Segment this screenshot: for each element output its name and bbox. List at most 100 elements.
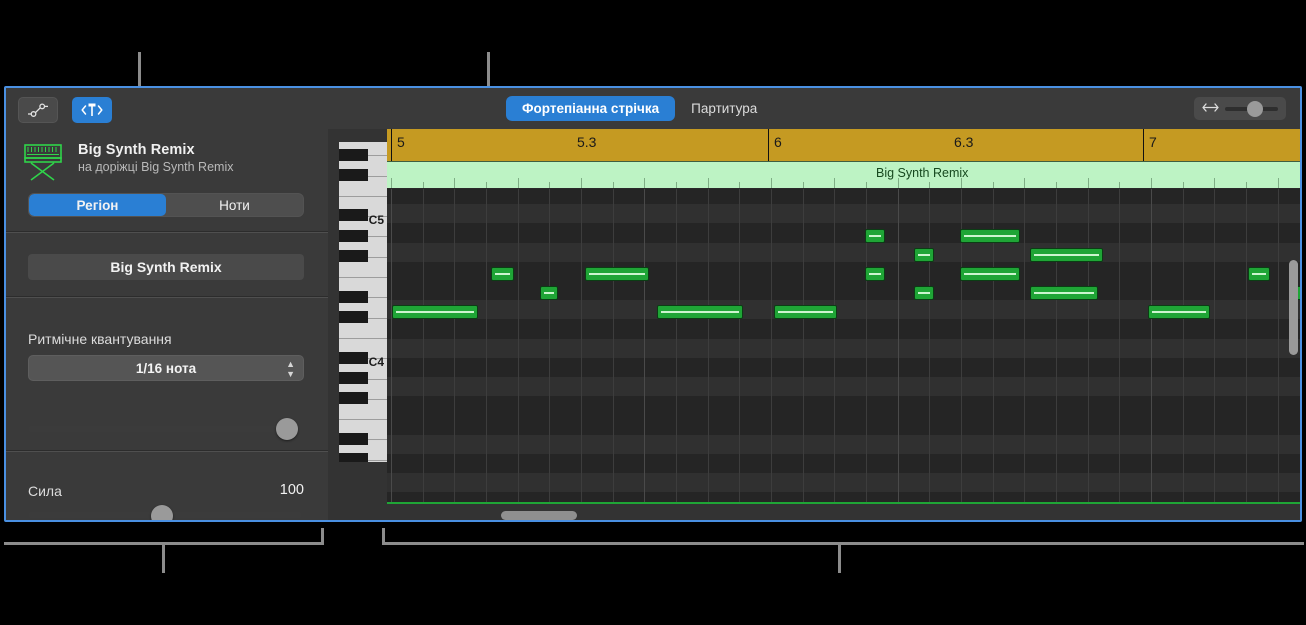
midi-note[interactable] xyxy=(491,267,514,281)
flex-align-icon[interactable] xyxy=(72,97,112,123)
horizontal-scrollbar-thumb[interactable] xyxy=(501,511,577,520)
strength-slider-track[interactable] xyxy=(28,426,302,432)
midi-note[interactable] xyxy=(914,286,934,300)
piano-black-key[interactable] xyxy=(339,432,368,445)
grid-line xyxy=(1024,189,1026,502)
callout-line-bottom-right xyxy=(838,545,841,573)
strip-tick xyxy=(517,178,519,188)
note-velocity-bar xyxy=(544,292,554,294)
zoom-slider-control[interactable] xyxy=(1194,97,1286,120)
midi-note[interactable] xyxy=(585,267,649,281)
key-label-c4: C4 xyxy=(368,355,384,369)
note-velocity-bar xyxy=(1034,254,1099,256)
grid-row xyxy=(387,338,1300,358)
strip-tick xyxy=(454,178,456,188)
strip-tick xyxy=(644,178,646,188)
midi-note[interactable] xyxy=(657,305,743,319)
quantize-value: 1/16 нота xyxy=(135,360,197,376)
piano-black-key[interactable] xyxy=(339,168,368,181)
piano-black-key[interactable] xyxy=(339,351,368,364)
note-velocity-bar xyxy=(396,311,474,313)
midi-note[interactable] xyxy=(865,267,885,281)
midi-note[interactable] xyxy=(960,267,1020,281)
grid-line xyxy=(517,189,519,502)
key-label-c5: C5 xyxy=(368,213,384,227)
grid-line xyxy=(1246,189,1247,502)
note-velocity-bar xyxy=(661,311,739,313)
piano-black-key[interactable] xyxy=(339,209,368,222)
strip-tick xyxy=(866,182,867,188)
ruler-bar-line xyxy=(1143,129,1144,161)
grid-line xyxy=(834,189,836,502)
midi-note[interactable] xyxy=(1148,305,1210,319)
piano-black-key[interactable] xyxy=(339,290,368,303)
grid-line xyxy=(1182,189,1184,502)
region-strip[interactable]: Big Synth Remix xyxy=(387,161,1300,189)
ruler-label-6: 6 xyxy=(774,134,782,150)
bar-ruler[interactable]: 5 5.3 6 6.3 7 xyxy=(387,129,1300,161)
automation-curve-icon[interactable] xyxy=(18,97,58,123)
grid-line xyxy=(1119,189,1121,502)
piano-black-key[interactable] xyxy=(339,310,368,323)
region-name-field[interactable]: Big Synth Remix xyxy=(28,254,304,280)
piano-black-key[interactable] xyxy=(339,453,368,462)
midi-note[interactable] xyxy=(865,229,885,243)
midi-note[interactable] xyxy=(1030,286,1098,300)
region-inspector-panel: Big Synth Remix на доріжці Big Synth Rem… xyxy=(6,88,341,520)
strip-tick xyxy=(1277,178,1279,188)
note-velocity-bar xyxy=(964,235,1016,237)
midi-note[interactable] xyxy=(1248,267,1270,281)
grid-line xyxy=(1087,189,1089,502)
piano-keyboard[interactable]: C5 C4 xyxy=(339,142,387,462)
midi-note[interactable] xyxy=(914,248,934,262)
zoom-slider-knob[interactable] xyxy=(1247,100,1264,117)
grid-line xyxy=(897,189,899,502)
grid-row xyxy=(387,281,1300,301)
note-velocity-bar xyxy=(918,254,930,256)
strength-slider-knob[interactable] xyxy=(276,418,298,440)
inspector-tool-row xyxy=(18,97,112,123)
region-strip-label: Big Synth Remix xyxy=(876,166,969,180)
inspector-segmented-control: Регіон Ноти xyxy=(28,193,304,217)
strip-tick xyxy=(834,178,836,188)
callout-bracket-left-stub xyxy=(321,528,324,545)
callout-line-top-left xyxy=(138,52,141,86)
note-velocity-bar xyxy=(869,273,881,275)
inspector-divider-3b xyxy=(6,451,328,452)
editor-vertical-scrollbar[interactable] xyxy=(1289,260,1298,355)
piano-black-key[interactable] xyxy=(339,148,368,161)
midi-note[interactable] xyxy=(1030,248,1103,262)
piano-black-key[interactable] xyxy=(339,250,368,263)
midi-note[interactable] xyxy=(960,229,1020,243)
track-header: Big Synth Remix на доріжці Big Synth Rem… xyxy=(20,142,233,182)
strip-tick xyxy=(1182,182,1184,188)
quantize-popup-button[interactable]: 1/16 нота ▲ ▼ xyxy=(28,355,304,381)
grid-line xyxy=(802,189,804,502)
strength-value: 100 xyxy=(279,482,304,498)
horizontal-scrollbar[interactable] xyxy=(387,508,1290,520)
tab-notes[interactable]: Ноти xyxy=(166,194,303,216)
grid-row xyxy=(387,434,1300,454)
grid-row xyxy=(387,396,1300,416)
strip-tick xyxy=(771,178,772,188)
tab-region[interactable]: Регіон xyxy=(29,194,166,216)
grid-line xyxy=(422,189,424,502)
tab-score[interactable]: Партитура xyxy=(675,96,773,121)
grid-line xyxy=(612,189,614,502)
midi-note[interactable] xyxy=(392,305,478,319)
grid-line xyxy=(581,189,582,502)
transpose-slider-knob[interactable] xyxy=(151,505,173,520)
strip-tick xyxy=(549,182,551,188)
strip-tick xyxy=(1151,178,1152,188)
zoom-slider-track[interactable] xyxy=(1225,100,1278,117)
grid-line xyxy=(1151,189,1152,502)
piano-black-key[interactable] xyxy=(339,392,368,405)
tab-piano-roll[interactable]: Фортепіанна стрічка xyxy=(506,96,676,121)
inspector-divider-2b xyxy=(6,297,328,298)
note-grid[interactable] xyxy=(387,189,1300,502)
midi-note[interactable] xyxy=(540,286,558,300)
piano-black-key[interactable] xyxy=(339,229,368,242)
piano-black-key[interactable] xyxy=(339,371,368,384)
grid-row xyxy=(387,453,1300,473)
midi-note[interactable] xyxy=(774,305,837,319)
